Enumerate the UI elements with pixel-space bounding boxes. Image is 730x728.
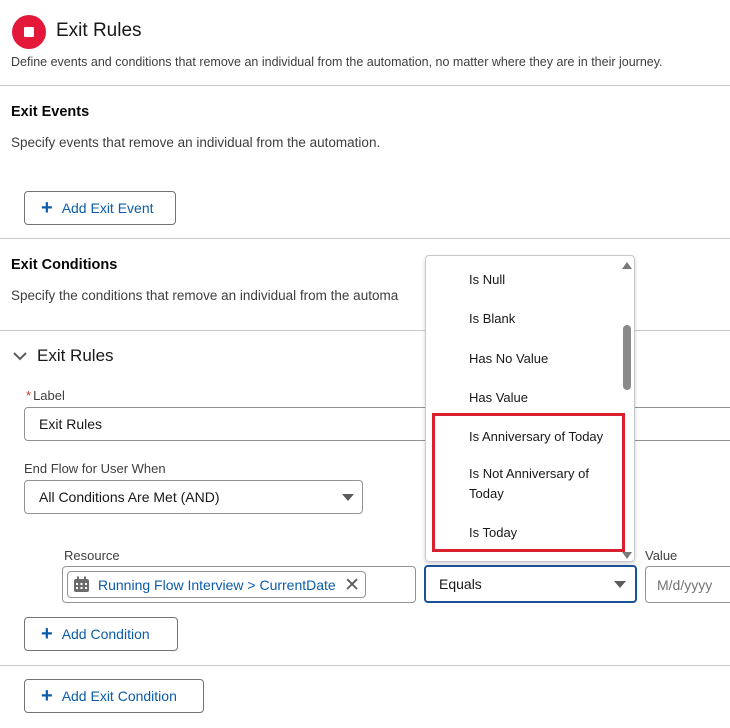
resource-label: Resource [64,548,120,563]
divider [0,238,730,239]
add-condition-label: Add Condition [61,626,150,642]
scrollbar-thumb[interactable] [623,325,631,390]
dropdown-option[interactable]: Is Null [469,270,505,290]
label-input-right-edge [634,407,730,441]
scroll-down-arrow-icon[interactable] [622,552,632,559]
dropdown-option[interactable]: Has Value [469,388,528,408]
plus-icon: + [41,623,53,645]
add-exit-event-button[interactable]: + Add Exit Event [24,191,176,225]
chevron-down-icon [614,581,626,588]
end-flow-label: End Flow for User When [24,461,166,476]
operator-select-value: Equals [439,576,482,592]
required-marker: * [26,388,32,403]
add-exit-condition-label: Add Exit Condition [61,688,177,704]
divider [0,665,730,666]
add-exit-condition-button[interactable]: + Add Exit Condition [24,679,204,713]
highlight-box [432,413,625,552]
add-exit-event-label: Add Exit Event [61,200,154,216]
close-icon[interactable]: ✕ [344,574,360,597]
scroll-up-arrow-icon[interactable] [622,262,632,269]
add-condition-button[interactable]: + Add Condition [24,617,178,651]
calendar-icon [74,576,89,592]
exit-conditions-description: Specify the conditions that remove an in… [11,288,399,303]
value-placeholder: M/d/yyyy [657,576,713,593]
dropdown-option[interactable]: Has No Value [469,349,548,369]
end-flow-select[interactable]: All Conditions Are Met (AND) [24,480,363,514]
operator-select[interactable]: Equals [424,565,637,603]
plus-icon: + [41,197,53,219]
label-field-label-text: Label [33,388,65,403]
page-title: Exit Rules [56,20,142,41]
chevron-down-icon [342,494,354,501]
exit-conditions-title: Exit Conditions [11,257,118,273]
exit-rules-section-title[interactable]: Exit Rules [37,346,114,366]
plus-icon: + [41,685,53,707]
dropdown-option[interactable]: Is Blank [469,309,515,329]
label-field-label: * Label [26,388,65,403]
exit-events-description: Specify events that remove an individual… [11,135,381,150]
label-input-value: Exit Rules [39,416,103,432]
divider [0,85,730,86]
resource-pill[interactable]: Running Flow Interview > CurrentDate ✕ [67,571,366,598]
chevron-down-icon[interactable] [12,349,28,363]
exit-events-title: Exit Events [11,104,90,120]
value-input[interactable]: M/d/yyyy [645,566,730,603]
end-flow-select-value: All Conditions Are Met (AND) [39,489,220,505]
stop-icon [12,15,46,49]
page-subtitle: Define events and conditions that remove… [11,55,663,69]
value-label: Value [645,548,678,563]
label-input[interactable]: Exit Rules [24,407,444,441]
resource-pill-text: Running Flow Interview > CurrentDate [98,576,336,593]
